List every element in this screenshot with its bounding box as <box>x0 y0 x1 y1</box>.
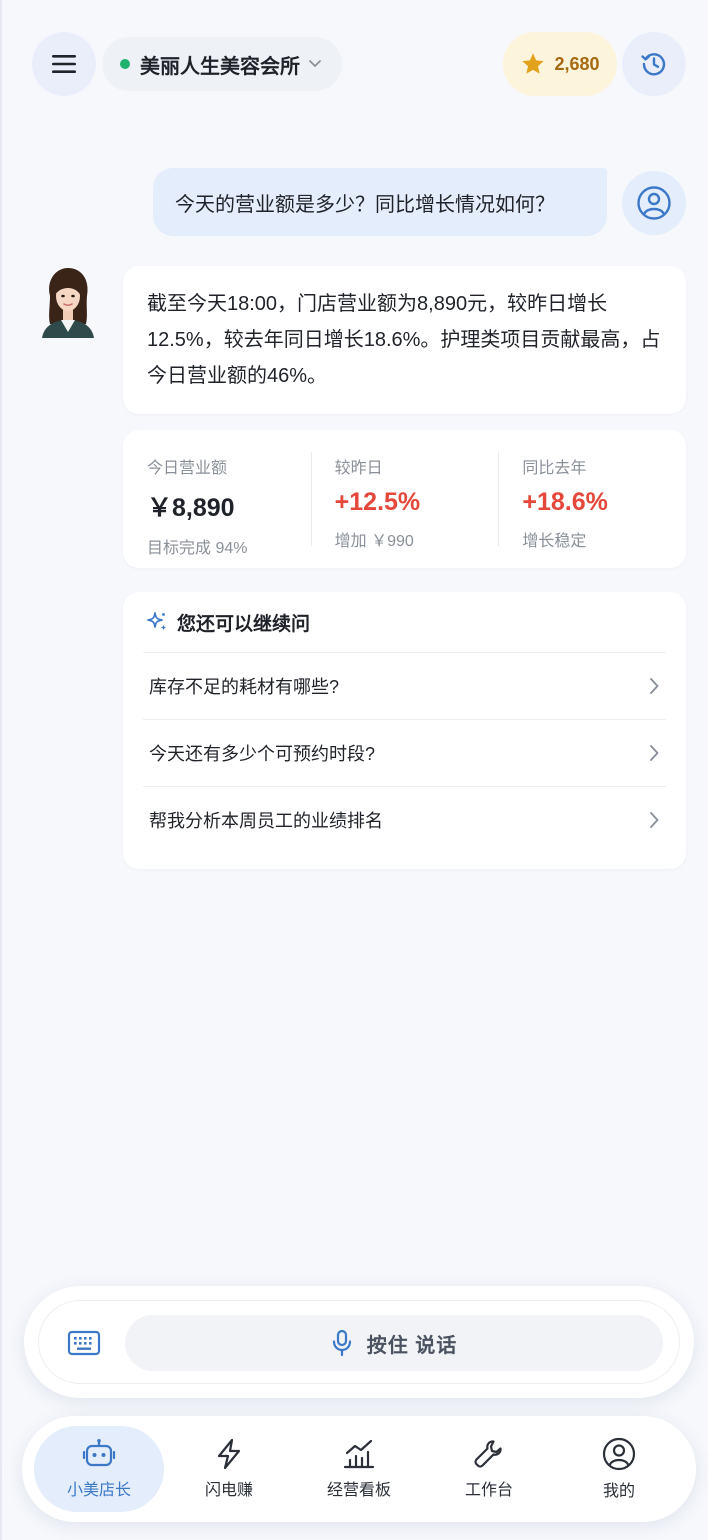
lightning-icon <box>217 1438 241 1470</box>
history-icon <box>641 53 666 76</box>
nav-label: 经营看板 <box>326 1482 391 1499</box>
suggestions-card: 您还可以继续问 库存不足的耗材有哪些? 今天还有多少个可预约时段? 帮我分析本周… <box>123 592 686 869</box>
suggestions-header: 您还可以继续问 <box>143 592 666 652</box>
revenue-stats-card: 今日营业额 ￥8,890 目标完成 94% 较昨日 +12.5% 增加 ￥990… <box>123 430 686 568</box>
stat-vs-last-year: 同比去年 +18.6% 增长稳定 <box>498 452 686 550</box>
suggestions-title: 您还可以继续问 <box>177 613 311 635</box>
store-status-dot <box>120 59 130 69</box>
stat-today-revenue: 今日营业额 ￥8,890 目标完成 94% <box>123 452 311 557</box>
stat-value: +12.5% <box>334 488 421 516</box>
suggestion-text: 今天还有多少个可预约时段? <box>149 744 376 764</box>
suggestion-text: 帮我分析本周员工的业绩排名 <box>149 811 383 831</box>
chevron-right-icon <box>650 745 659 761</box>
points-badge[interactable]: 2,680 <box>503 32 617 96</box>
input-bar: 按住 说话 <box>24 1286 694 1398</box>
nav-item-profile[interactable]: 我的 <box>554 1426 684 1512</box>
nav-item-dashboard[interactable]: 经营看板 <box>294 1426 424 1512</box>
nav-label: 小美店长 <box>66 1482 131 1499</box>
assistant-answer-card: 截至今天18:00，门店营业额为8,890元，较昨日增长12.5%，较去年同日增… <box>123 266 686 414</box>
star-icon <box>522 53 545 74</box>
robot-icon <box>82 1439 116 1467</box>
stat-vs-yesterday: 较昨日 +12.5% 增加 ￥990 <box>310 452 499 550</box>
user-icon <box>602 1437 636 1471</box>
user-avatar-icon <box>637 186 671 220</box>
points-value: 2,680 <box>554 53 600 74</box>
nav-label: 工作台 <box>464 1482 513 1499</box>
chart-icon <box>343 1439 375 1469</box>
nav-item-lightning[interactable]: 闪电赚 <box>164 1426 294 1512</box>
hold-to-talk-button[interactable]: 按住 说话 <box>125 1315 663 1371</box>
stat-value: ￥8,890 <box>147 494 235 522</box>
nav-item-workbench[interactable]: 工作台 <box>424 1426 554 1512</box>
chevron-right-icon <box>650 678 659 694</box>
microphone-icon <box>332 1329 351 1357</box>
suggestion-item[interactable]: 今天还有多少个可预约时段? <box>143 719 666 786</box>
wrench-icon <box>474 1440 502 1468</box>
header: 美丽人生美容会所 2,680 <box>0 0 708 120</box>
history-button[interactable] <box>622 32 686 96</box>
stat-sub: 增长稳定 <box>522 533 587 550</box>
input-bar-inner: 按住 说话 <box>38 1300 680 1384</box>
nav-label: 我的 <box>602 1483 635 1500</box>
suggestion-item[interactable]: 库存不足的耗材有哪些? <box>143 652 666 719</box>
suggestion-item[interactable]: 帮我分析本周员工的业绩排名 <box>143 786 666 853</box>
user-message-bubble: 今天的营业额是多少？同比增长情况如何？ <box>153 168 607 236</box>
suggestion-text: 库存不足的耗材有哪些? <box>149 677 340 697</box>
hold-to-talk-label: 按住 说话 <box>366 1334 458 1357</box>
assistant-avatar <box>42 268 94 338</box>
assistant-answer-text: 截至今天18:00，门店营业额为8,890元，较昨日增长12.5%，较去年同日增… <box>147 293 661 387</box>
user-avatar <box>622 171 686 235</box>
store-name: 美丽人生美容会所 <box>140 55 300 78</box>
menu-button[interactable] <box>32 32 96 96</box>
stat-label: 同比去年 <box>522 460 587 477</box>
nav-label: 闪电赚 <box>204 1482 253 1499</box>
stat-label: 今日营业额 <box>147 460 228 477</box>
stat-value: +18.6% <box>522 488 608 516</box>
frame-edge <box>0 0 2 1540</box>
sparkle-icon <box>147 612 167 631</box>
menu-icon <box>52 55 76 73</box>
keyboard-icon[interactable] <box>67 1327 101 1359</box>
stat-sub: 目标完成 94% <box>147 540 248 557</box>
stat-label: 较昨日 <box>334 460 383 477</box>
chevron-down-icon <box>309 60 321 67</box>
stat-sub: 增加 ￥990 <box>334 533 414 550</box>
bottom-nav: 小美店长 闪电赚 经营看板 工作台 我的 <box>22 1416 696 1522</box>
chevron-right-icon <box>650 812 659 828</box>
store-selector[interactable]: 美丽人生美容会所 <box>102 37 342 91</box>
nav-item-assistant[interactable]: 小美店长 <box>34 1426 164 1512</box>
